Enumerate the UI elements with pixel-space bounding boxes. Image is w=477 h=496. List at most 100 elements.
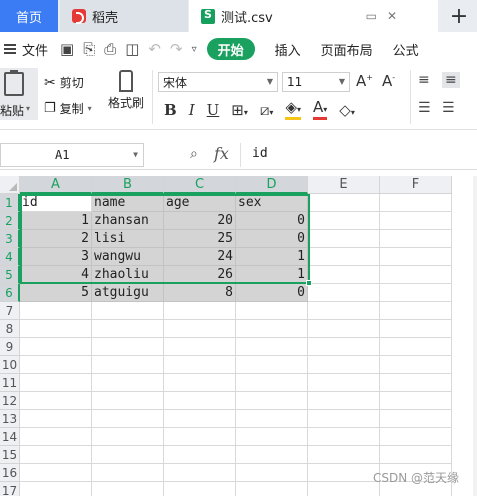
table-cell[interactable] (308, 446, 380, 464)
table-cell[interactable] (236, 446, 308, 464)
table-cell[interactable] (308, 230, 380, 248)
row-header[interactable]: 12 (0, 392, 20, 410)
fill-handle[interactable] (306, 280, 312, 286)
table-cell[interactable] (380, 266, 452, 284)
format-painter-button[interactable]: 格式刷 (106, 70, 146, 111)
column-header[interactable]: E (308, 176, 380, 194)
start-tab[interactable]: 开始 (206, 38, 255, 60)
table-cell[interactable] (20, 446, 92, 464)
table-cell[interactable] (164, 446, 236, 464)
tab-csv-file[interactable]: 测试.csv (189, 0, 438, 32)
table-cell[interactable] (380, 248, 452, 266)
table-cell[interactable] (236, 482, 308, 496)
border-icon[interactable]: ⊞▾ (231, 101, 248, 119)
table-cell[interactable] (20, 482, 92, 496)
table-cell[interactable] (164, 356, 236, 374)
table-cell[interactable]: age (164, 194, 236, 212)
window-mode-icon[interactable]: ▭ (366, 9, 377, 23)
table-cell[interactable]: 25 (164, 230, 236, 248)
print-icon[interactable]: ⎙ (104, 40, 116, 58)
table-cell[interactable] (164, 428, 236, 446)
table-cell[interactable] (20, 302, 92, 320)
table-cell[interactable] (164, 374, 236, 392)
clear-format-icon[interactable]: ◇▾ (339, 101, 355, 119)
table-cell[interactable] (164, 410, 236, 428)
page-layout-tab[interactable]: 页面布局 (321, 40, 373, 59)
column-header[interactable]: A (20, 176, 92, 194)
align-center-icon[interactable]: ☰ (442, 100, 455, 116)
table-cell[interactable] (380, 320, 452, 338)
table-cell[interactable]: 4 (20, 266, 92, 284)
table-cell[interactable]: zhaoliu (92, 266, 164, 284)
table-cell[interactable] (308, 302, 380, 320)
table-cell[interactable] (164, 320, 236, 338)
table-cell[interactable] (380, 428, 452, 446)
row-header[interactable]: 17 (0, 482, 20, 496)
table-cell[interactable] (380, 374, 452, 392)
table-cell[interactable] (308, 410, 380, 428)
table-cell[interactable] (92, 302, 164, 320)
table-cell[interactable]: sex (236, 194, 308, 212)
table-cell[interactable] (164, 464, 236, 482)
row-header[interactable]: 3 (0, 230, 20, 248)
table-cell[interactable] (164, 482, 236, 496)
formula-input[interactable]: id (252, 146, 268, 161)
table-cell[interactable] (380, 230, 452, 248)
increase-font-icon[interactable]: A+ (356, 72, 373, 90)
zoom-search-icon[interactable]: ⌕ (190, 146, 198, 162)
file-menu[interactable]: 文件 (4, 40, 48, 59)
fill-color-icon[interactable]: ◈▾ (285, 100, 301, 120)
table-cell[interactable]: 8 (164, 284, 236, 302)
customize-dropdown-icon[interactable]: ▿ (192, 44, 197, 55)
paste-dropdown-icon[interactable]: ▾ (26, 104, 30, 113)
insert-tab[interactable]: 插入 (275, 40, 301, 59)
copy-button[interactable]: ❐ 复制 ▾ (44, 100, 92, 117)
table-cell[interactable]: 1 (236, 248, 308, 266)
table-cell[interactable]: 1 (236, 266, 308, 284)
paste-button[interactable]: 粘贴 ▾ (0, 68, 38, 120)
table-cell[interactable] (20, 410, 92, 428)
table-cell[interactable]: atguigu (92, 284, 164, 302)
table-cell[interactable]: id (20, 194, 92, 212)
table-cell[interactable] (380, 212, 452, 230)
save-icon[interactable]: ▣ (60, 40, 74, 58)
table-cell[interactable] (20, 356, 92, 374)
merge-cells-icon[interactable]: ⧄▾ (260, 101, 274, 119)
table-cell[interactable] (92, 320, 164, 338)
table-cell[interactable]: 0 (236, 284, 308, 302)
row-header[interactable]: 7 (0, 302, 20, 320)
row-header[interactable]: 5 (0, 266, 20, 284)
table-cell[interactable] (308, 464, 380, 482)
table-cell[interactable] (308, 284, 380, 302)
table-cell[interactable] (20, 320, 92, 338)
row-header[interactable]: 9 (0, 338, 20, 356)
cut-button[interactable]: ✂ 剪切 (44, 74, 84, 91)
table-cell[interactable]: 26 (164, 266, 236, 284)
table-cell[interactable]: 2 (20, 230, 92, 248)
table-cell[interactable] (308, 338, 380, 356)
table-cell[interactable] (380, 338, 452, 356)
table-cell[interactable] (308, 320, 380, 338)
font-size-select[interactable]: 11 ▼ (282, 72, 350, 92)
row-header[interactable]: 14 (0, 428, 20, 446)
table-cell[interactable]: 24 (164, 248, 236, 266)
table-cell[interactable] (236, 338, 308, 356)
tab-home[interactable]: 首页 (0, 0, 58, 32)
align-left-icon[interactable]: ☰ (418, 100, 431, 116)
table-cell[interactable] (92, 374, 164, 392)
tab-docer[interactable]: 稻壳 (60, 0, 188, 32)
copy-dropdown-icon[interactable]: ▾ (88, 104, 92, 113)
export-icon[interactable]: ⎘ (83, 40, 95, 58)
table-cell[interactable] (308, 392, 380, 410)
table-cell[interactable] (236, 392, 308, 410)
table-cell[interactable]: name (92, 194, 164, 212)
formula-tab[interactable]: 公式 (393, 40, 419, 59)
table-cell[interactable] (308, 356, 380, 374)
table-cell[interactable] (92, 482, 164, 496)
table-cell[interactable] (92, 428, 164, 446)
spreadsheet-grid[interactable]: A B C D E F 1 id name age sex 2 1 zhansan 20 0 3 2 lisi 25 0… (0, 176, 477, 496)
bold-icon[interactable]: B (164, 101, 177, 119)
table-cell[interactable] (380, 284, 452, 302)
column-header[interactable]: B (92, 176, 164, 194)
row-header[interactable]: 10 (0, 356, 20, 374)
